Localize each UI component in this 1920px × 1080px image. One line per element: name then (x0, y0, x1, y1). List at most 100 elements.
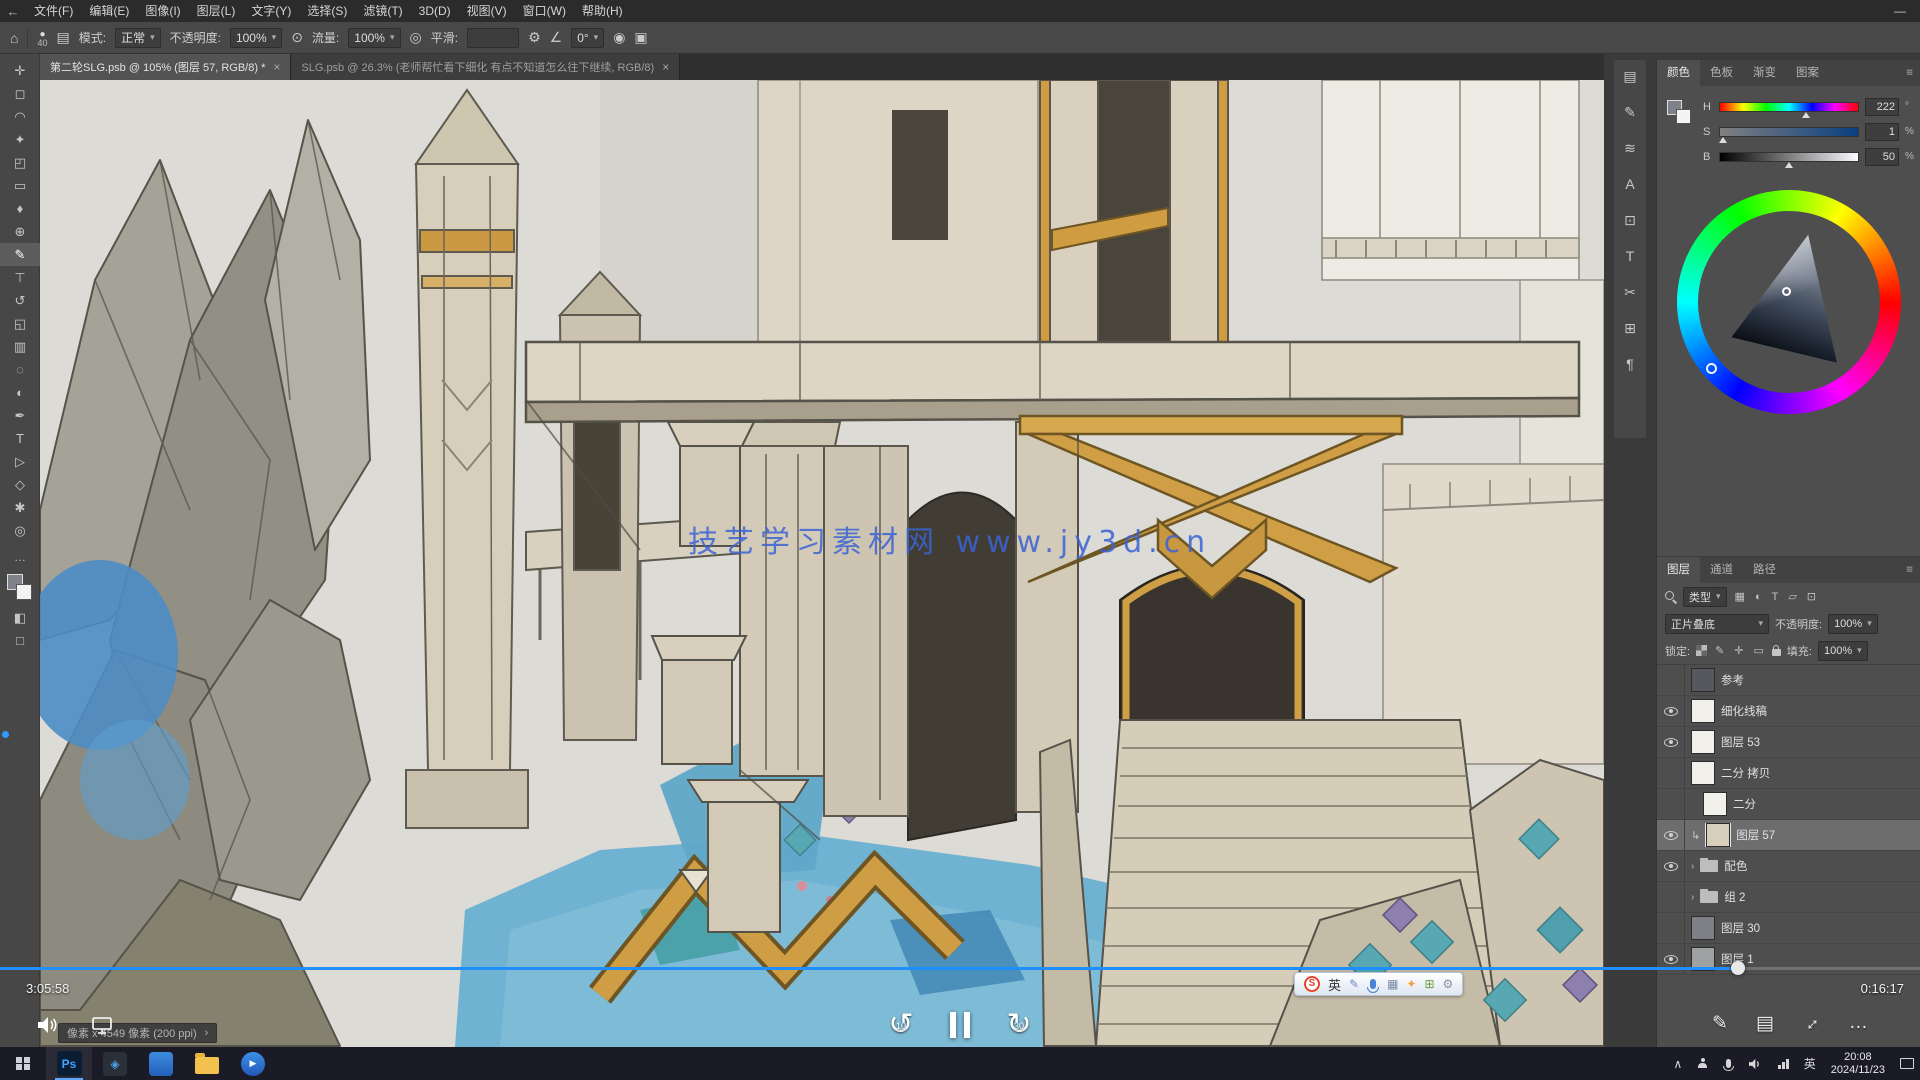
opacity-select[interactable]: 100% (230, 28, 282, 48)
panel-menu-icon[interactable]: ≡ (1906, 557, 1913, 583)
brightness-value[interactable]: 50 (1865, 148, 1899, 166)
network-icon[interactable] (1778, 1059, 1789, 1069)
close-tab-icon[interactable]: × (662, 60, 669, 74)
menu-3d[interactable]: 3D(D) (411, 0, 459, 22)
document-tab-active[interactable]: 第二轮SLG.psb @ 105% (图层 57, RGB/8) * × (40, 54, 291, 80)
layer-row[interactable]: 图层 30 (1657, 913, 1920, 944)
fill-select[interactable]: 100% (1818, 641, 1868, 661)
filter-type-layers-icon[interactable]: T (1770, 591, 1781, 603)
layer-row[interactable]: 二分 (1657, 789, 1920, 820)
back-icon[interactable]: ← (0, 4, 26, 19)
toggle-brush-panel-icon[interactable]: ▤ (56, 29, 69, 46)
tool-lasso[interactable]: ◠ (0, 105, 40, 128)
layer-opacity-select[interactable]: 100% (1828, 614, 1878, 634)
video-progress-handle[interactable] (1731, 961, 1745, 975)
layer-thumbnail[interactable] (1691, 730, 1715, 754)
tool-frame[interactable]: ▭ (0, 174, 40, 197)
blend-mode-select[interactable]: 正常 (115, 28, 161, 48)
brightness-slider[interactable] (1719, 152, 1859, 162)
menu-file[interactable]: 文件(F) (26, 0, 81, 22)
tool-blur[interactable]: ◌ (0, 358, 40, 381)
menu-image[interactable]: 图像(I) (137, 0, 188, 22)
expand-group-icon[interactable]: › (1691, 861, 1694, 872)
ime-language-toggle[interactable]: 英 (1328, 975, 1341, 994)
airbrush-icon[interactable]: ◎ (410, 29, 422, 46)
chevron-right-icon[interactable]: › (205, 1027, 209, 1039)
brightness-marker[interactable] (1785, 162, 1793, 168)
group-row[interactable]: ›配色 (1657, 851, 1920, 882)
start-button[interactable] (0, 1047, 46, 1080)
tool-crop[interactable]: ◰ (0, 151, 40, 174)
libraries-panel-icon[interactable]: ⊞ (1624, 320, 1636, 336)
menu-edit[interactable]: 编辑(E) (81, 0, 137, 22)
layer-row[interactable]: 图层 1 (1657, 944, 1920, 975)
hue-marker[interactable] (1802, 112, 1810, 118)
layer-thumbnail[interactable] (1691, 761, 1715, 785)
resize-arrows-icon[interactable]: ↔ (1797, 1009, 1827, 1039)
tool-clone-stamp[interactable]: ⊤ (0, 266, 40, 289)
visibility-toggle[interactable] (1657, 882, 1685, 913)
tool-eyedropper[interactable]: ♦ (0, 197, 40, 220)
flow-select[interactable]: 100% (348, 28, 400, 48)
brush-strokes-panel-icon[interactable]: ≋ (1624, 140, 1636, 156)
tool-dodge[interactable]: ◐ (0, 381, 40, 404)
pause-button[interactable] (950, 1012, 970, 1038)
quick-mask-icon[interactable]: ◧ (0, 606, 40, 629)
video-progress-bar[interactable] (0, 967, 1920, 970)
history-panel-icon[interactable]: ▤ (1623, 68, 1636, 84)
layer-thumbnail[interactable] (1706, 823, 1730, 847)
document-tab-inactive[interactable]: SLG.psb @ 26.3% (老师帮忙看下细化 有点不知道怎么往下继续, R… (291, 54, 680, 80)
taskbar-file-explorer[interactable] (184, 1047, 230, 1080)
pencil-icon[interactable]: ✎ (1712, 1012, 1728, 1035)
panel-menu-icon[interactable]: ≡ (1906, 60, 1913, 86)
tab-gradients[interactable]: 渐变 (1743, 60, 1786, 86)
visibility-toggle[interactable] (1657, 851, 1685, 882)
background-color-swatch[interactable] (16, 584, 32, 600)
tray-mic-icon[interactable] (1726, 1059, 1731, 1068)
saturation-value[interactable]: 1 (1865, 123, 1899, 141)
glyphs-panel-icon[interactable]: T (1626, 248, 1635, 264)
action-center-icon[interactable] (1900, 1058, 1914, 1069)
symmetry-icon[interactable]: ▣ (634, 29, 647, 46)
layer-thumbnail[interactable] (1691, 668, 1715, 692)
tool-history-brush[interactable]: ↺ (0, 289, 40, 312)
rewind-10-button[interactable]: ↺ 10 (884, 1008, 918, 1042)
toolbox-icon[interactable]: ⊞ (1424, 977, 1434, 991)
edit-toolbar-icon[interactable]: … (0, 550, 40, 564)
filter-shape-layers-icon[interactable]: ▱ (1786, 590, 1798, 603)
taskbar-media-player[interactable]: ▶ (230, 1047, 276, 1080)
canvas-area[interactable]: 技艺学习素材网 www.jy3d.cn (40, 80, 1604, 1047)
hue-ring-marker[interactable] (1706, 363, 1717, 374)
menu-view[interactable]: 视图(V) (459, 0, 515, 22)
canvas-artwork[interactable]: 技艺学习素材网 www.jy3d.cn (40, 80, 1604, 1047)
tab-channels[interactable]: 通道 (1700, 557, 1743, 583)
menu-help[interactable]: 帮助(H) (574, 0, 631, 22)
filter-pixel-layers-icon[interactable]: ▦ (1733, 590, 1747, 603)
tool-zoom[interactable]: ◎ (0, 519, 40, 542)
menu-layer[interactable]: 图层(L) (189, 0, 244, 22)
filter-adjustment-layers-icon[interactable]: ◐ (1753, 591, 1764, 603)
minimize-icon[interactable]: — (1894, 0, 1906, 22)
visibility-toggle[interactable] (1657, 758, 1685, 789)
layer-thumbnail[interactable] (1691, 699, 1715, 723)
screen-mode-icon[interactable]: □ (0, 629, 40, 652)
lock-move-icon[interactable]: ✛ (1732, 644, 1745, 657)
brush-angle-field[interactable]: 0° (571, 28, 604, 48)
tool-hand[interactable]: ✱ (0, 496, 40, 519)
tab-patterns[interactable]: 图案 (1786, 60, 1829, 86)
close-tab-icon[interactable]: × (273, 60, 280, 74)
tool-marquee[interactable]: ◻ (0, 82, 40, 105)
character-panel-icon[interactable]: A (1625, 176, 1634, 192)
tool-type[interactable]: T (0, 427, 40, 450)
visibility-toggle[interactable] (1657, 665, 1685, 696)
smoothing-field[interactable] (467, 28, 519, 48)
filter-smart-objects-icon[interactable]: ⊡ (1805, 590, 1818, 603)
expand-group-icon[interactable]: › (1691, 892, 1694, 903)
lock-all-icon[interactable] (1772, 649, 1781, 656)
ime-settings-icon[interactable]: ⚙ (1443, 977, 1454, 991)
tray-language-indicator[interactable]: 英 (1804, 1055, 1816, 1072)
menu-type[interactable]: 文字(Y) (243, 0, 299, 22)
tab-layers[interactable]: 图层 (1657, 557, 1700, 583)
tab-color[interactable]: 颜色 (1657, 60, 1700, 86)
tool-healing[interactable]: ⊕ (0, 220, 40, 243)
